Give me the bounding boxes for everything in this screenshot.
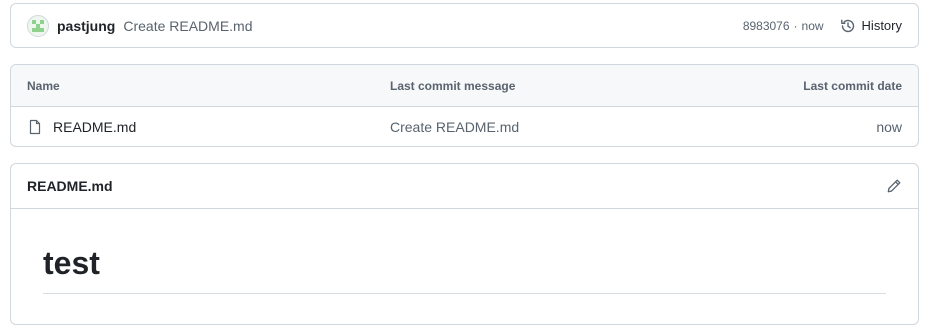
edit-readme-button[interactable] [886, 178, 902, 194]
readme-heading: test [43, 243, 886, 294]
readme-panel: README.md test [10, 163, 919, 325]
column-header-date: Last commit date [803, 78, 902, 93]
commit-time: now [801, 18, 824, 33]
history-icon [840, 19, 854, 32]
file-table: Name Last commit message Last commit dat… [10, 64, 919, 147]
readme-filename[interactable]: README.md [27, 178, 113, 194]
file-icon [27, 119, 43, 135]
readme-header: README.md [11, 164, 918, 209]
history-label: History [861, 18, 902, 33]
identicon-icon [32, 19, 44, 32]
column-header-message: Last commit message [390, 78, 516, 93]
commit-message[interactable]: Create README.md [123, 18, 252, 34]
history-button[interactable]: History [840, 18, 902, 34]
commit-author[interactable]: pastjung [57, 18, 115, 34]
file-commit-message[interactable]: Create README.md [390, 119, 702, 135]
pencil-icon [887, 179, 901, 193]
file-link[interactable]: README.md [53, 119, 136, 135]
latest-commit-bar: pastjung Create README.md 8983076 · now … [10, 3, 919, 48]
readme-content: test [11, 209, 918, 294]
separator-dot: · [793, 18, 798, 33]
file-name-cell: README.md [27, 119, 390, 135]
column-header-name: Name [27, 78, 60, 93]
file-commit-date: now [876, 119, 902, 135]
author-avatar[interactable] [27, 14, 49, 37]
table-row[interactable]: README.md Create README.md now [11, 107, 918, 146]
table-header: Name Last commit message Last commit dat… [11, 65, 918, 107]
commit-sha[interactable]: 8983076 [743, 19, 790, 33]
